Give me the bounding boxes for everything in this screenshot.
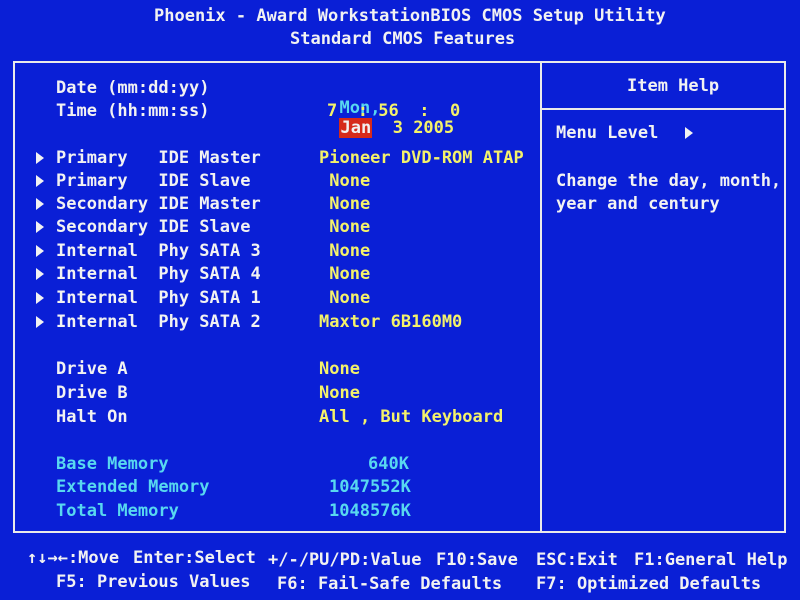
submenu-arrow-icon xyxy=(36,221,44,233)
ide-device-name[interactable]: Internal Phy SATA 2 xyxy=(56,312,261,332)
footer-f10-save: F10:Save xyxy=(436,550,518,570)
submenu-arrow-icon xyxy=(36,292,44,304)
date-day-field[interactable]: 3 xyxy=(393,118,403,138)
footer-enter-select: Enter:Select xyxy=(133,548,256,568)
menu-level-arrow-icon xyxy=(685,127,693,139)
ide-device-name[interactable]: Secondary IDE Master xyxy=(56,194,261,214)
ide-device-value[interactable]: Maxtor 6B160M0 xyxy=(319,312,462,332)
time-label: Time (hh:mm:ss) xyxy=(56,101,210,121)
menu-level-label: Menu Level xyxy=(556,123,659,143)
ide-device-name[interactable]: Internal Phy SATA 3 xyxy=(56,241,261,261)
ide-device-value[interactable]: Pioneer DVD-ROM ATAP xyxy=(319,148,524,168)
submenu-arrow-icon xyxy=(36,316,44,328)
extended-memory-value: 1047552K xyxy=(329,477,411,497)
total-memory-label: Total Memory xyxy=(56,501,179,521)
time-value[interactable]: 7 : 56 : 0 xyxy=(327,101,460,121)
help-header-divider xyxy=(540,108,786,110)
ide-device-name[interactable]: Secondary IDE Slave xyxy=(56,217,250,237)
footer-esc-exit: ESC:Exit xyxy=(536,550,618,570)
submenu-arrow-icon xyxy=(36,268,44,280)
ide-device-value[interactable]: None xyxy=(319,241,370,261)
footer-value-keys: +/-/PU/PD:Value xyxy=(268,550,422,570)
base-memory-value: 640K xyxy=(368,454,409,474)
ide-device-value[interactable]: None xyxy=(319,171,370,191)
ide-device-value[interactable]: None xyxy=(319,264,370,284)
footer-move-keys: ↑↓→←:Move xyxy=(27,548,120,568)
ide-device-value[interactable]: None xyxy=(319,288,370,308)
halt-on-value[interactable]: All , But Keyboard xyxy=(319,407,503,427)
app-title: Phoenix - Award WorkstationBIOS CMOS Set… xyxy=(154,6,666,26)
ide-device-name[interactable]: Primary IDE Master xyxy=(56,148,261,168)
submenu-arrow-icon xyxy=(36,152,44,164)
footer-f7-optimized: F7: Optimized Defaults xyxy=(536,574,762,594)
footer-f1-help: F1:General Help xyxy=(634,550,788,570)
ide-device-name[interactable]: Internal Phy SATA 4 xyxy=(56,264,261,284)
drive-b-label: Drive B xyxy=(56,383,128,403)
ide-device-value[interactable]: None xyxy=(319,194,370,214)
page-title: Standard CMOS Features xyxy=(290,29,516,49)
help-text-line-1: Change the day, month, xyxy=(556,171,782,191)
footer-f5-previous: F5: Previous Values xyxy=(56,572,251,592)
ide-device-name[interactable]: Internal Phy SATA 1 xyxy=(56,288,261,308)
date-month-field[interactable]: Jan xyxy=(339,118,373,138)
item-help-title: Item Help xyxy=(627,76,720,96)
drive-a-value[interactable]: None xyxy=(319,359,360,379)
date-label: Date (mm:dd:yy) xyxy=(56,78,210,98)
drive-a-label: Drive A xyxy=(56,359,128,379)
help-text-line-2: year and century xyxy=(556,194,720,214)
submenu-arrow-icon xyxy=(36,198,44,210)
submenu-arrow-icon xyxy=(36,175,44,187)
base-memory-label: Base Memory xyxy=(56,454,169,474)
time-separator: : xyxy=(357,101,368,121)
drive-b-value[interactable]: None xyxy=(319,383,360,403)
extended-memory-label: Extended Memory xyxy=(56,477,210,497)
submenu-arrow-icon xyxy=(36,245,44,257)
time-separator: : xyxy=(419,101,430,121)
panel-divider xyxy=(540,61,542,533)
ide-device-value[interactable]: None xyxy=(319,217,370,237)
halt-on-label: Halt On xyxy=(56,407,128,427)
date-year-field[interactable]: 2005 xyxy=(413,118,454,138)
total-memory-value: 1048576K xyxy=(329,501,411,521)
footer-f6-failsafe: F6: Fail-Safe Defaults xyxy=(277,574,503,594)
ide-device-name[interactable]: Primary IDE Slave xyxy=(56,171,250,191)
time-hour-field[interactable]: 7 xyxy=(327,101,337,121)
time-second-field[interactable]: 0 xyxy=(450,101,460,121)
time-minute-field[interactable]: 56 xyxy=(378,101,398,121)
